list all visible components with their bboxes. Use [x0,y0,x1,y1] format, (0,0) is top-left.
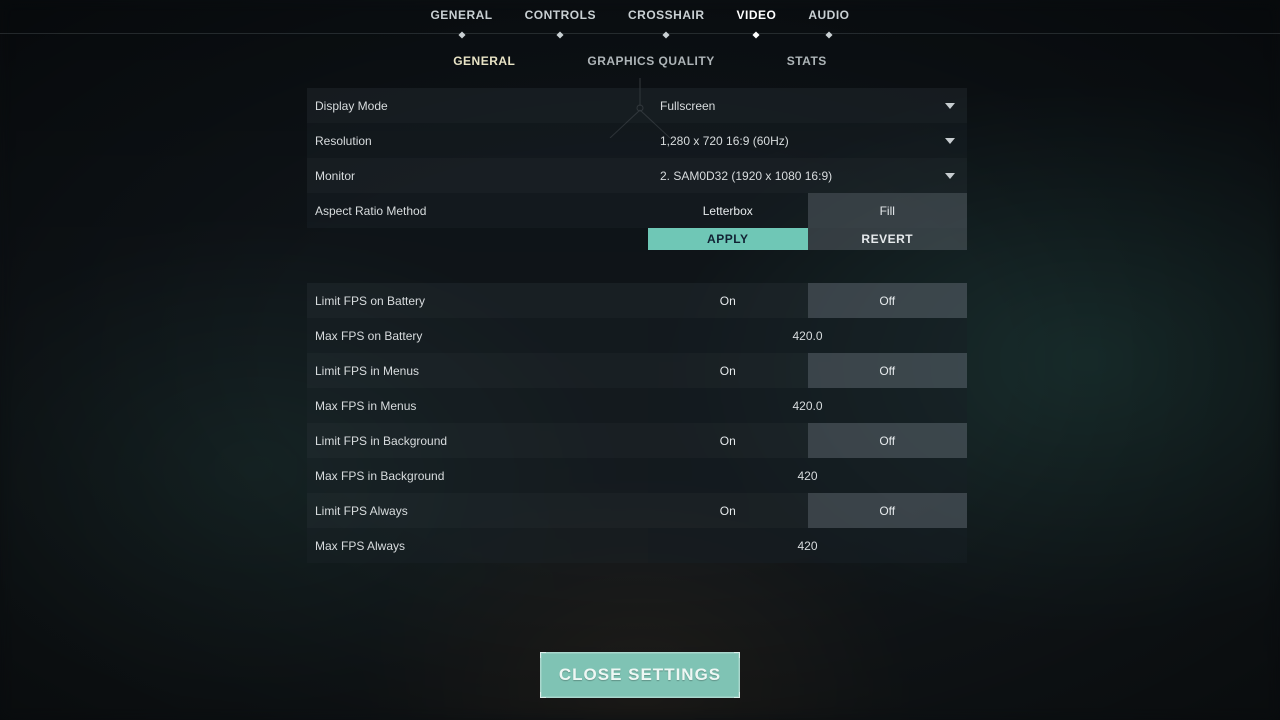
dropdown-display-mode-value: Fullscreen [660,99,715,113]
tab-general[interactable]: GENERAL [430,8,492,34]
row-max-fps-battery: Max FPS on Battery 420.0 [307,318,967,353]
chevron-down-icon [945,173,955,179]
sub-tabs: GENERAL GRAPHICS QUALITY STATS [0,46,1280,76]
chevron-down-icon [945,103,955,109]
row-display-mode: Display Mode Fullscreen [307,88,967,123]
row-limit-fps-battery: Limit FPS on Battery On Off [307,283,967,318]
label-max-fps-always: Max FPS Always [307,539,648,553]
tab-video[interactable]: VIDEO [737,8,777,34]
chevron-down-icon [945,138,955,144]
tab-crosshair[interactable]: CROSSHAIR [628,8,705,34]
toggle-limit-fps-battery-on[interactable]: On [648,283,808,318]
close-settings-button[interactable]: CLOSE SETTINGS [540,652,740,698]
row-limit-fps-background: Limit FPS in Background On Off [307,423,967,458]
row-apply-revert: APPLY REVERT [307,228,967,250]
toggle-limit-fps-menus-on[interactable]: On [648,353,808,388]
label-resolution: Resolution [307,134,648,148]
toggle-limit-fps-battery-off[interactable]: Off [808,283,968,318]
toggle-aspect-fill[interactable]: Fill [808,193,968,228]
row-max-fps-menus: Max FPS in Menus 420.0 [307,388,967,423]
label-aspect-ratio: Aspect Ratio Method [307,204,648,218]
toggle-limit-fps-always-on[interactable]: On [648,493,808,528]
row-max-fps-always: Max FPS Always 420 [307,528,967,563]
row-max-fps-background: Max FPS in Background 420 [307,458,967,493]
dropdown-monitor-value: 2. SAM0D32 (1920 x 1080 16:9) [660,169,832,183]
row-monitor: Monitor 2. SAM0D32 (1920 x 1080 16:9) [307,158,967,193]
subtab-stats[interactable]: STATS [787,54,827,68]
main-tabs: GENERAL CONTROLS CROSSHAIR VIDEO AUDIO [0,0,1280,34]
dropdown-resolution-value: 1,280 x 720 16:9 (60Hz) [660,134,789,148]
label-limit-fps-menus: Limit FPS in Menus [307,364,648,378]
label-limit-fps-battery: Limit FPS on Battery [307,294,648,308]
label-limit-fps-background: Limit FPS in Background [307,434,648,448]
row-limit-fps-menus: Limit FPS in Menus On Off [307,353,967,388]
row-resolution: Resolution 1,280 x 720 16:9 (60Hz) [307,123,967,158]
label-max-fps-background: Max FPS in Background [307,469,648,483]
toggle-limit-fps-menus-off[interactable]: Off [808,353,968,388]
toggle-limit-fps-background-off[interactable]: Off [808,423,968,458]
label-display-mode: Display Mode [307,99,648,113]
close-settings-label: CLOSE SETTINGS [559,665,721,685]
value-max-fps-battery[interactable]: 420.0 [648,318,967,353]
row-aspect-ratio: Aspect Ratio Method Letterbox Fill [307,193,967,228]
tab-controls[interactable]: CONTROLS [525,8,596,34]
value-max-fps-background[interactable]: 420 [648,458,967,493]
settings-panel: Display Mode Fullscreen Resolution 1,280… [307,88,967,563]
apply-button[interactable]: APPLY [648,228,808,250]
label-max-fps-menus: Max FPS in Menus [307,399,648,413]
dropdown-resolution[interactable]: 1,280 x 720 16:9 (60Hz) [648,123,967,158]
label-monitor: Monitor [307,169,648,183]
dropdown-display-mode[interactable]: Fullscreen [648,88,967,123]
tab-audio[interactable]: AUDIO [808,8,849,34]
label-limit-fps-always: Limit FPS Always [307,504,648,518]
value-max-fps-always[interactable]: 420 [648,528,967,563]
dropdown-monitor[interactable]: 2. SAM0D32 (1920 x 1080 16:9) [648,158,967,193]
toggle-limit-fps-background-on[interactable]: On [648,423,808,458]
label-max-fps-battery: Max FPS on Battery [307,329,648,343]
revert-button[interactable]: REVERT [808,228,968,250]
row-limit-fps-always: Limit FPS Always On Off [307,493,967,528]
value-max-fps-menus[interactable]: 420.0 [648,388,967,423]
subtab-general[interactable]: GENERAL [453,54,515,68]
toggle-limit-fps-always-off[interactable]: Off [808,493,968,528]
subtab-graphics-quality[interactable]: GRAPHICS QUALITY [587,54,714,68]
toggle-aspect-letterbox[interactable]: Letterbox [648,193,808,228]
